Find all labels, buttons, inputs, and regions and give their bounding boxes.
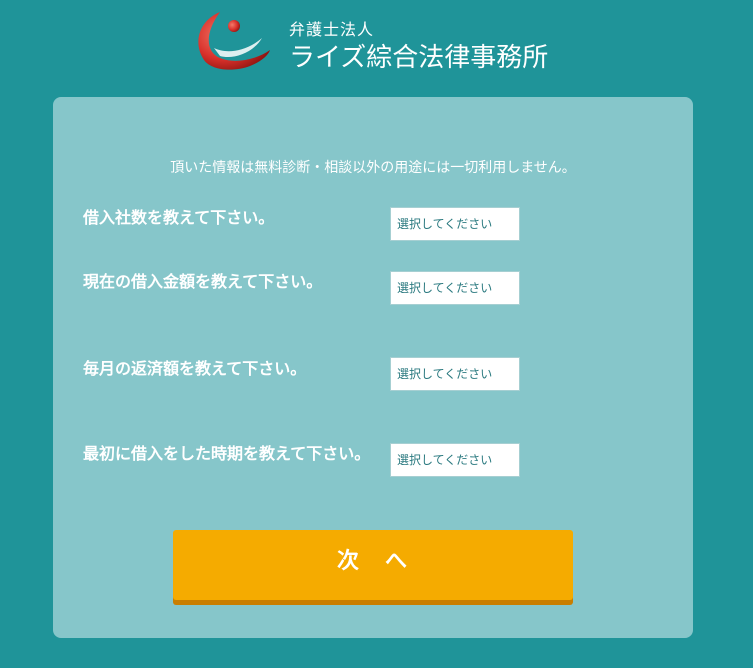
rise-logo-icon xyxy=(198,12,270,70)
firm-name-label: ライズ綜合法律事務所 xyxy=(289,43,549,73)
monthly-repayment-select[interactable]: 選択してください xyxy=(390,357,520,391)
question-label-lender-count: 借入社数を教えて下さい。 xyxy=(83,208,275,227)
privacy-notice: 頂いた情報は無料診断・相談以外の用途には一切利用しません。 xyxy=(170,160,576,176)
question-label-debt-amount: 現在の借入金額を教えて下さい。 xyxy=(83,272,323,291)
lender-count-select[interactable]: 選択してください xyxy=(390,207,520,241)
header: 弁護士法人 ライズ綜合法律事務所 xyxy=(0,0,753,90)
first-borrow-date-select[interactable]: 選択してください xyxy=(390,443,520,477)
question-label-first-borrow-date: 最初に借入をした時期を教えて下さい。 xyxy=(83,444,371,463)
debt-amount-select[interactable]: 選択してください xyxy=(390,271,520,305)
question-label-monthly-repayment: 毎月の返済額を教えて下さい。 xyxy=(83,359,307,378)
next-button[interactable]: 次 へ xyxy=(173,530,573,600)
form-card: 頂いた情報は無料診断・相談以外の用途には一切利用しません。 借入社数を教えて下さ… xyxy=(53,97,693,638)
